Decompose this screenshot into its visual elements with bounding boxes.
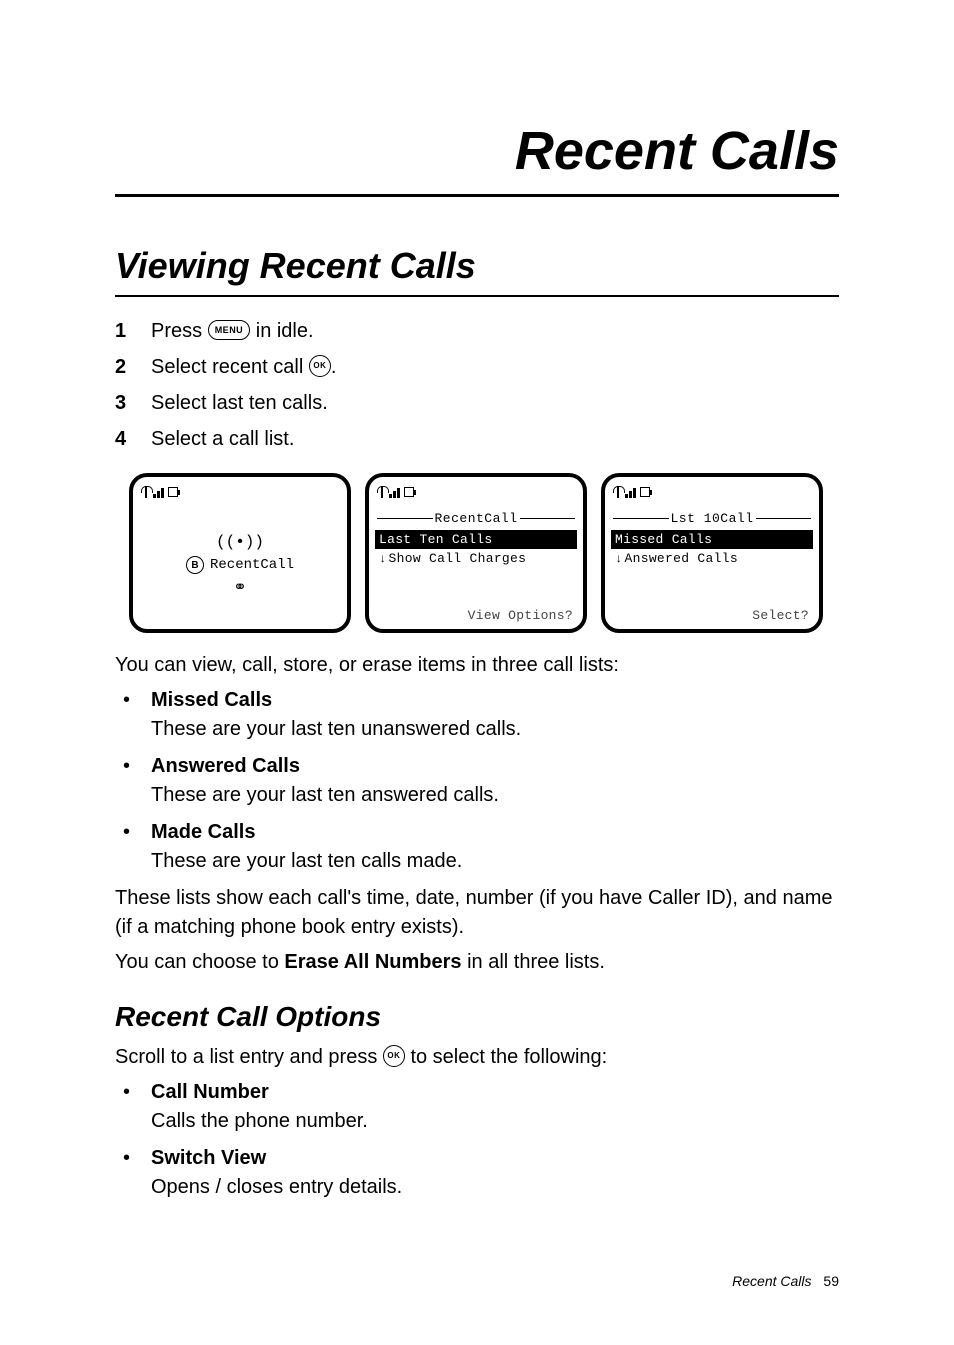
phone-statusbar [139, 485, 341, 499]
menu-button-icon: MENU [208, 320, 251, 340]
battery-icon [404, 487, 414, 497]
screen2-row-1: ↓Show Call Charges [375, 549, 577, 568]
chapter-rule [115, 194, 839, 197]
phone-statusbar [611, 485, 813, 499]
sub-heading: Recent Call Options [115, 1001, 839, 1033]
step-1-pre: Press [151, 320, 208, 342]
step-1-post: in idle. [250, 320, 313, 342]
steps-list: Press MENU in idle. Select recent call O… [115, 315, 839, 455]
option-call-number-desc: Calls the phone number. [151, 1110, 368, 1132]
sub-intro-pre: Scroll to a list entry and press [115, 1046, 383, 1068]
screen1-label: RecentCall [210, 557, 294, 573]
phone-screen-2: RecentCall Last Ten Calls ↓Show Call Cha… [365, 473, 587, 633]
section-title: Viewing Recent Calls [115, 245, 839, 287]
call-list-made-name: Made Calls [151, 821, 255, 843]
step-2: Select recent call OK. [115, 351, 839, 383]
down-arrow-icon: ↓ [379, 552, 387, 566]
step-4-text: Select a call list. [151, 428, 294, 450]
option-switch-view: Switch View Opens / closes entry details… [115, 1144, 839, 1202]
ok-button-icon: OK [383, 1045, 405, 1067]
signal-bars-icon [389, 486, 400, 498]
screen2-softkey: View Options? [375, 606, 577, 623]
battery-icon [640, 487, 650, 497]
screen2-row-0: Last Ten Calls [375, 530, 577, 549]
chapter-title: Recent Calls [115, 120, 839, 182]
step-4: Select a call list. [115, 423, 839, 455]
phone-statusbar [375, 485, 577, 499]
step-2-post: . [331, 356, 337, 378]
erase-all-numbers-label: Erase All Numbers [284, 951, 461, 973]
recent-call-wave-icon: ((•)) [216, 534, 264, 550]
phone-screen-1: ((•)) B RecentCall ⚭ [129, 473, 351, 633]
step-3-text: Select last ten calls. [151, 392, 328, 414]
section-rule [115, 295, 839, 297]
option-call-number-name: Call Number [151, 1081, 269, 1103]
phone-screen-3: Lst 10Call Missed Calls ↓Answered Calls … [601, 473, 823, 633]
call-list-answered-name: Answered Calls [151, 755, 300, 777]
signal-antenna-icon [377, 486, 387, 498]
signal-antenna-icon [613, 486, 623, 498]
call-list-missed: Missed Calls These are your last ten una… [115, 686, 839, 744]
step-1: Press MENU in idle. [115, 315, 839, 347]
screen3-row-1: ↓Answered Calls [611, 549, 813, 568]
after-lists-2: You can choose to Erase All Numbers in a… [115, 948, 839, 977]
call-list-missed-name: Missed Calls [151, 689, 272, 711]
signal-antenna-icon [141, 486, 151, 498]
circle-b-icon: B [186, 556, 204, 574]
ok-button-icon: OK [309, 355, 331, 377]
footer-label: Recent Calls [732, 1273, 811, 1289]
page-footer: Recent Calls 59 [732, 1273, 839, 1289]
screen3-softkey: Select? [611, 606, 813, 623]
call-list-made-desc: These are your last ten calls made. [151, 850, 462, 872]
option-switch-view-name: Switch View [151, 1147, 266, 1169]
call-list-missed-desc: These are your last ten unanswered calls… [151, 718, 521, 740]
options-list: Call Number Calls the phone number. Swit… [115, 1078, 839, 1202]
intro-after-screens: You can view, call, store, or erase item… [115, 651, 839, 680]
screen3-title: Lst 10Call [671, 511, 754, 526]
step-3: Select last ten calls. [115, 387, 839, 419]
sub-intro: Scroll to a list entry and press OK to s… [115, 1043, 839, 1072]
phone-screens-row: ((•)) B RecentCall ⚭ RecentCall Last [129, 473, 839, 633]
footer-page-number: 59 [823, 1273, 839, 1289]
sub-intro-post: to select the following: [405, 1046, 607, 1068]
chain-icon: ⚭ [233, 580, 246, 596]
after-lists-1: These lists show each call's time, date,… [115, 884, 839, 942]
step-2-pre: Select recent call [151, 356, 309, 378]
option-call-number: Call Number Calls the phone number. [115, 1078, 839, 1136]
after-lists-2-pre: You can choose to [115, 951, 284, 973]
battery-icon [168, 487, 178, 497]
call-list-answered-desc: These are your last ten answered calls. [151, 784, 499, 806]
signal-bars-icon [625, 486, 636, 498]
signal-bars-icon [153, 486, 164, 498]
option-switch-view-desc: Opens / closes entry details. [151, 1176, 402, 1198]
after-lists-2-post: in all three lists. [462, 951, 605, 973]
call-list-answered: Answered Calls These are your last ten a… [115, 752, 839, 810]
down-arrow-icon: ↓ [615, 552, 623, 566]
screen3-row-0: Missed Calls [611, 530, 813, 549]
screen2-title: RecentCall [435, 511, 518, 526]
call-list-made: Made Calls These are your last ten calls… [115, 818, 839, 876]
call-lists: Missed Calls These are your last ten una… [115, 686, 839, 876]
